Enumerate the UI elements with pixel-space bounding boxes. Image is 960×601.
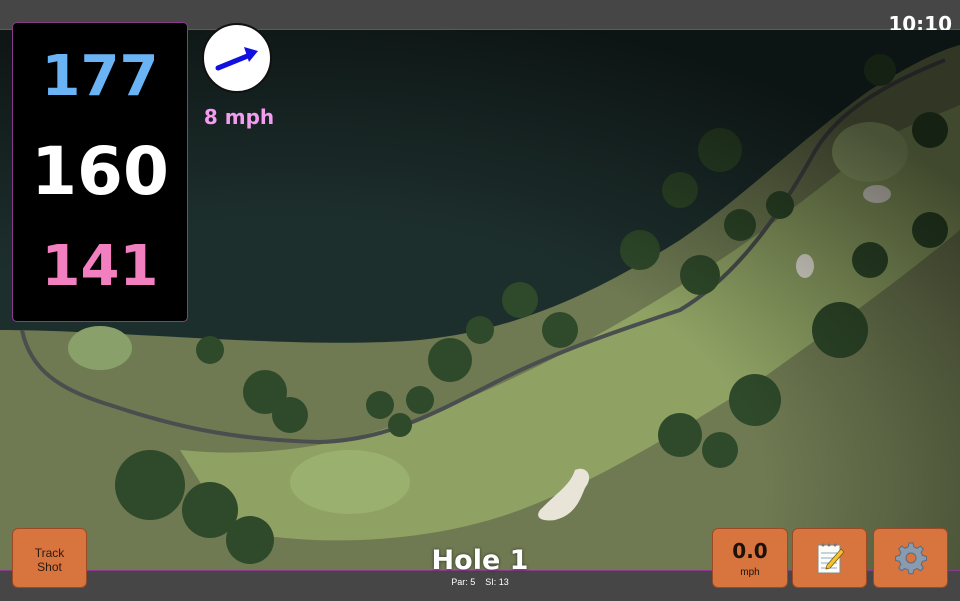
gear-icon: [894, 542, 927, 575]
speed-unit: mph: [740, 567, 760, 578]
hole-info: Par: 5 SI: 13: [380, 577, 580, 587]
settings-button[interactable]: [873, 528, 948, 588]
track-shot-button[interactable]: Track Shot: [12, 528, 87, 588]
distance-panel: 177 160 141: [12, 22, 188, 322]
wind-indicator: [202, 23, 272, 93]
speed-value: 0.0: [732, 539, 768, 563]
back-distance: 177: [41, 44, 159, 109]
notepad-icon: [817, 543, 844, 574]
par-label: Par: 5: [451, 577, 476, 587]
stroke-index-label: SI: 13: [485, 577, 509, 587]
hole-title[interactable]: Hole 1: [380, 547, 580, 574]
track-shot-label-line1: Track: [34, 546, 65, 560]
front-distance: 141: [41, 234, 159, 299]
track-shot-label-line2: Shot: [37, 560, 62, 574]
wind-arrow-icon: [215, 47, 258, 71]
middle-distance: 160: [31, 133, 169, 210]
notes-button[interactable]: [792, 528, 867, 588]
speed-button[interactable]: 0.0 mph: [712, 528, 788, 588]
wind-speed-label: 8 mph: [203, 105, 275, 129]
